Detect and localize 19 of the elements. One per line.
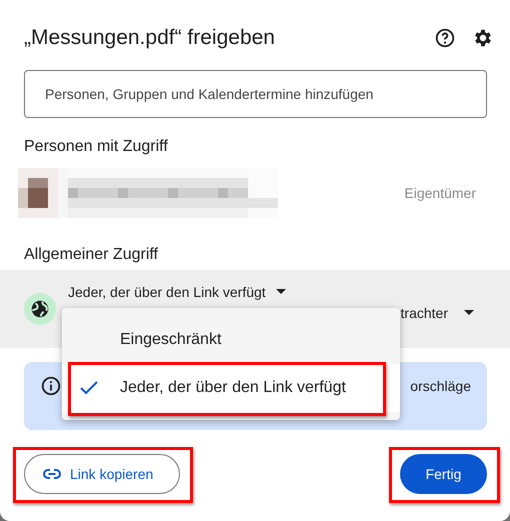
globe-icon — [24, 293, 56, 325]
owner-label: Eigentümer — [404, 185, 476, 201]
caret-icon — [464, 310, 474, 316]
access-dropdown[interactable]: Jeder, der über den Link verfügt — [68, 284, 286, 300]
link-icon — [43, 469, 61, 479]
role-dropdown[interactable]: trachter — [400, 305, 474, 321]
done-button[interactable]: Fertig — [400, 454, 487, 494]
banner-text: orschläge — [410, 378, 471, 394]
add-people-field[interactable]: Personen, Gruppen und Kalendertermine hinzufügen — [24, 70, 487, 118]
menu-item[interactable]: Jeder, der über den Link verfügt — [62, 364, 400, 412]
copy-link-button[interactable]: Link kopieren — [24, 454, 180, 494]
section-heading: Allgemeiner Zugriff — [24, 246, 159, 264]
check-icon — [80, 381, 98, 395]
help-icon[interactable] — [434, 27, 456, 49]
info-icon — [40, 375, 62, 397]
dialog-title: „Messungen.pdf“ freigeben — [24, 26, 276, 50]
menu-item[interactable]: Eingeschränkt — [62, 316, 400, 364]
caret-icon — [276, 289, 286, 295]
section-heading: Personen mit Zugriff — [24, 138, 169, 156]
